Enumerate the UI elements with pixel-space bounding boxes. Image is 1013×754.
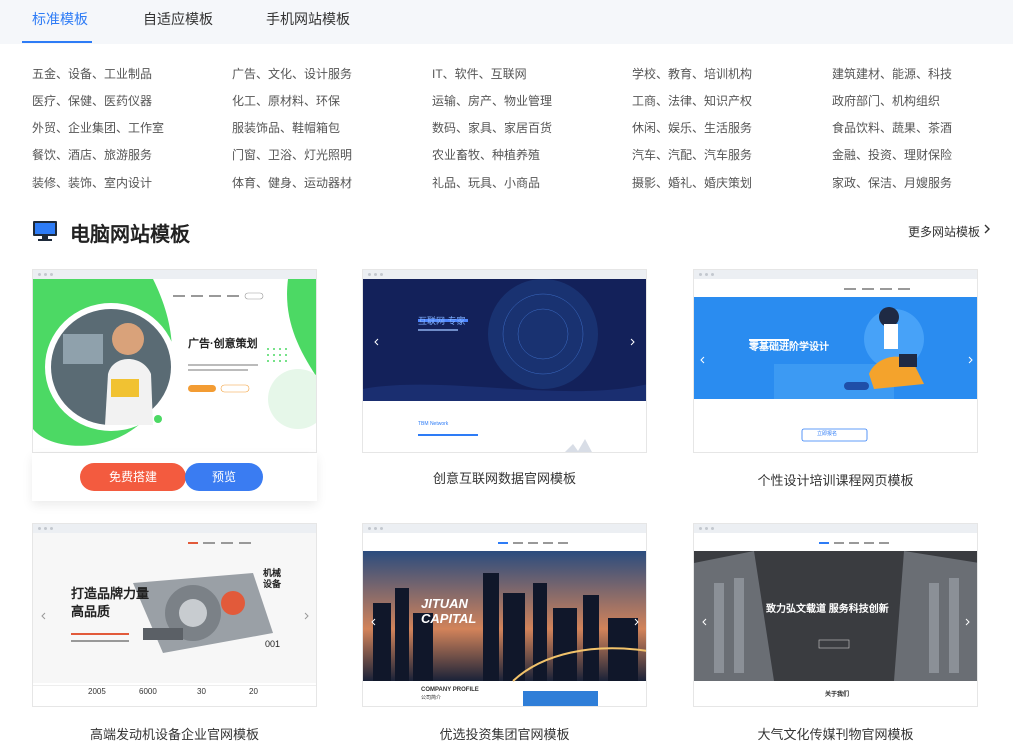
thumbnail-tag-text: 机械设备 — [263, 568, 282, 589]
category-link[interactable]: 汽车、汽配、汽车服务 — [632, 146, 752, 163]
template-card-engine[interactable]: 打造品牌力量 高品质 机械设备 001 2005 6000 30 20 高端发动… — [32, 523, 317, 743]
thumbnail-hero-text: 致力弘文载道 服务科技创新 — [766, 604, 889, 615]
thumbnail-course-art — [694, 279, 977, 452]
thumbnail-hero-text: 零基础进阶学设计 — [749, 342, 829, 353]
category-link[interactable]: 家政、保洁、月嫂服务 — [832, 174, 952, 191]
thumbnail-hero-text: JITUAN — [421, 596, 468, 611]
thumbnail-stat: 30 — [197, 687, 206, 696]
category-link[interactable]: 政府部门、机构组织 — [832, 92, 940, 109]
template-card-design-course[interactable]: 零基础进阶学设计 立即报名 个性设计培训课程网页模板 — [693, 269, 978, 489]
template-caption[interactable]: 优选投资集团官网模板 — [362, 724, 647, 743]
thumbnail-hero-text-2: 高品质 — [71, 604, 111, 619]
template-thumbnail[interactable]: 零基础进阶学设计 立即报名 — [693, 269, 978, 453]
preview-button[interactable]: 预览 — [185, 463, 263, 491]
category-link[interactable]: 建筑建材、能源、科技 — [832, 65, 952, 82]
category-link[interactable]: 学校、教育、培训机构 — [632, 65, 752, 82]
template-card-internet[interactable]: 互联网 专家 TBM Network 创意互联网数据官网模板 — [362, 269, 647, 489]
category-link[interactable]: 休闲、娱乐、生活服务 — [632, 119, 752, 136]
category-link[interactable]: 医疗、保健、医药仪器 — [32, 92, 152, 109]
thumbnail-profile-text-2: 公司简介 — [421, 695, 442, 701]
category-link[interactable]: 食品饮料、蔬果、茶酒 — [832, 119, 952, 136]
template-thumbnail[interactable]: 打造品牌力量 高品质 机械设备 001 2005 6000 30 20 — [32, 523, 317, 707]
section-title: 电脑网站模板 — [70, 224, 190, 246]
template-card-investment[interactable]: JITUAN CAPITAL COMPANY PROFILE 公司简介 优选投资… — [362, 523, 647, 743]
thumbnail-stat: 20 — [249, 687, 258, 696]
template-thumbnail[interactable]: JITUAN CAPITAL COMPANY PROFILE 公司简介 — [362, 523, 647, 707]
category-link[interactable]: 运输、房产、物业管理 — [432, 92, 552, 109]
category-link[interactable]: 服装饰品、鞋帽箱包 — [232, 119, 340, 136]
category-link[interactable]: 外贸、企业集团、工作室 — [32, 119, 164, 136]
template-thumbnail[interactable]: 广告·创意策划 — [32, 269, 317, 453]
category-link[interactable]: 数码、家具、家居百货 — [432, 119, 552, 136]
template-caption[interactable]: 个性设计培训课程网页模板 — [693, 470, 978, 489]
thumbnail-hero-text: 广告·创意策划 — [188, 338, 258, 350]
category-link[interactable]: 礼品、玩具、小商品 — [432, 174, 540, 191]
category-link[interactable]: 广告、文化、设计服务 — [232, 65, 352, 82]
card-actions: 免费搭建 预览 — [32, 453, 317, 501]
category-link[interactable]: 五金、设备、工业制品 — [32, 65, 152, 82]
category-link[interactable]: 餐饮、酒店、旅游服务 — [32, 146, 152, 163]
thumbnail-profile-text: COMPANY PROFILE — [421, 687, 479, 693]
category-link[interactable]: 门窗、卫浴、灯光照明 — [232, 146, 352, 163]
thumbnail-hero-text: 互联网 专家 — [418, 316, 466, 326]
tab-standard[interactable]: 标准模板 — [32, 9, 88, 29]
category-link[interactable]: 金融、投资、理财保险 — [832, 146, 952, 163]
thumbnail-ad-art — [33, 279, 316, 452]
category-link[interactable]: 农业畜牧、种植养殖 — [432, 146, 540, 163]
more-templates-link[interactable]: 更多网站模板 — [908, 223, 980, 240]
category-link[interactable]: 体育、健身、运动器材 — [232, 174, 352, 191]
tab-mobile[interactable]: 手机网站模板 — [266, 9, 350, 29]
free-build-button[interactable]: 免费搭建 — [80, 463, 186, 491]
thumbnail-hero-text-2: CAPITAL — [421, 611, 477, 626]
monitor-icon — [33, 221, 57, 241]
category-link[interactable]: 装修、装饰、室内设计 — [32, 174, 152, 191]
thumbnail-stat: 6000 — [139, 687, 157, 696]
tab-bar: 标准模板 自适应模板 手机网站模板 — [0, 0, 1013, 44]
template-caption[interactable]: 大气文化传媒刊物官网模板 — [693, 724, 978, 743]
thumbnail-number: 001 — [265, 639, 281, 649]
template-thumbnail[interactable]: 互联网 专家 TBM Network — [362, 269, 647, 453]
category-link[interactable]: 摄影、婚礼、婚庆策划 — [632, 174, 752, 191]
template-caption[interactable]: 高端发动机设备企业官网模板 — [32, 724, 317, 743]
thumbnail-hero-text: 打造品牌力量 — [71, 586, 150, 601]
tab-active-indicator — [22, 41, 92, 43]
category-link[interactable]: IT、软件、互联网 — [432, 65, 527, 82]
category-link[interactable]: 工商、法律、知识产权 — [632, 92, 752, 109]
thumbnail-internet-art — [363, 279, 646, 452]
thumbnail-sub-text: TBM Network — [418, 421, 449, 427]
thumbnail-about-text: 关于我们 — [825, 692, 850, 698]
thumbnail-culture-art — [694, 533, 977, 706]
chevron-right-icon — [984, 224, 990, 234]
thumbnail-button-text: 立即报名 — [817, 431, 838, 437]
thumbnail-engine-art — [33, 533, 316, 706]
thumbnail-city-art — [363, 533, 646, 706]
template-card-ad[interactable]: 广告·创意策划 免费搭建 预览 — [32, 269, 317, 501]
template-caption[interactable]: 创意互联网数据官网模板 — [362, 468, 647, 487]
template-card-culture[interactable]: 致力弘文载道 服务科技创新 关于我们 大气文化传媒刊物官网模板 — [693, 523, 978, 743]
tab-responsive[interactable]: 自适应模板 — [143, 9, 213, 29]
thumbnail-stat: 2005 — [88, 687, 106, 696]
category-link[interactable]: 化工、原材料、环保 — [232, 92, 340, 109]
template-thumbnail[interactable]: 致力弘文载道 服务科技创新 关于我们 — [693, 523, 978, 707]
